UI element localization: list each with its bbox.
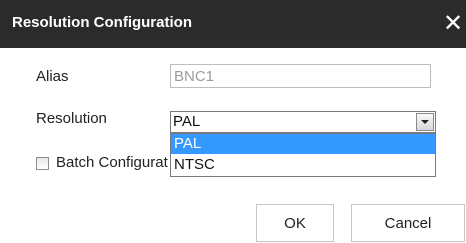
alias-label: Alias — [36, 68, 69, 85]
batch-configuration-checkbox[interactable] — [36, 157, 49, 170]
cancel-button[interactable]: Cancel — [351, 204, 465, 242]
ok-button[interactable]: OK — [256, 204, 334, 242]
dialog-title: Resolution Configuration — [12, 14, 192, 31]
resolution-option-ntsc[interactable]: NTSC — [171, 155, 435, 175]
dialog-titlebar: Resolution Configuration ✕ — [0, 0, 466, 48]
close-icon[interactable]: ✕ — [441, 8, 465, 40]
resolution-dropdown-list: PAL NTSC — [170, 133, 436, 177]
chevron-down-icon[interactable] — [416, 113, 434, 131]
alias-input[interactable] — [170, 64, 431, 88]
resolution-select[interactable]: PAL — [170, 111, 436, 133]
batch-configuration-label: Batch Configuration — [56, 154, 168, 171]
resolution-label: Resolution — [36, 110, 107, 127]
resolution-option-pal[interactable]: PAL — [171, 134, 435, 154]
resolution-selected-value: PAL — [173, 113, 201, 130]
